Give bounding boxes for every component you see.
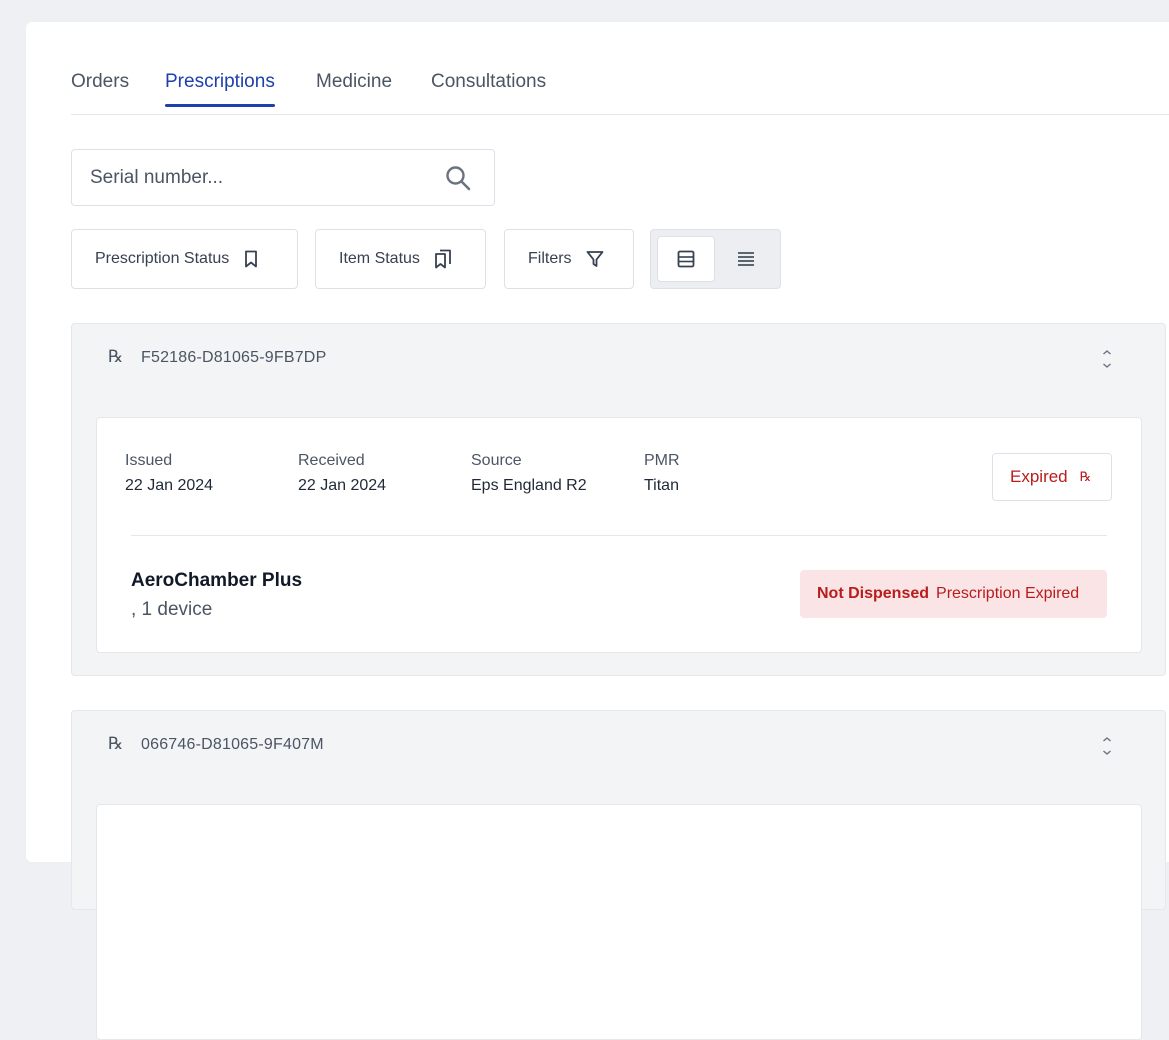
collapse-chevron-icon[interactable]	[1100, 350, 1114, 368]
issued-field: Issued 22 Jan 2024	[125, 452, 213, 495]
received-label: Received	[298, 452, 365, 469]
prescription-card-header[interactable]: ℞ F52186-D81065-9FB7DP	[72, 324, 1165, 393]
item-name: AeroChamber Plus	[131, 570, 303, 591]
tab-medicine[interactable]: Medicine	[316, 71, 392, 93]
card-view-button[interactable]	[657, 236, 715, 282]
view-toggle	[650, 229, 781, 289]
rx-small-icon: ℞	[1079, 469, 1092, 485]
item-status-reason: Prescription Expired	[936, 585, 1080, 602]
orders-panel: Orders Prescriptions Medicine Consultati…	[26, 22, 1169, 1040]
source-value: Eps England R2	[471, 477, 587, 494]
item-status: Not Dispensed	[817, 585, 930, 602]
prescription-serial: 066746-D81065-9F407M	[141, 736, 324, 753]
received-field: Received 22 Jan 2024	[298, 452, 386, 495]
list-view-icon	[738, 252, 754, 266]
bookmark-icon	[245, 250, 258, 268]
tab-prescriptions[interactable]: Prescriptions	[165, 71, 275, 107]
list-view-button[interactable]	[717, 236, 775, 282]
pmr-field: PMR Titan	[644, 452, 680, 495]
issued-value: 22 Jan 2024	[125, 477, 214, 494]
item-quantity: , 1 device	[131, 599, 213, 620]
filters-button[interactable]: Filters	[504, 229, 634, 289]
prescription-status-label: Prescription Status	[95, 250, 230, 267]
received-value: 22 Jan 2024	[298, 477, 387, 494]
prescription-details: Issued 22 Jan 2024 Received 22 Jan 2024 …	[96, 417, 1142, 653]
search-icon[interactable]	[444, 164, 472, 192]
prescription-details	[96, 804, 1142, 1040]
status-badge[interactable]: Expired ℞	[992, 453, 1112, 501]
pmr-label: PMR	[644, 452, 680, 469]
divider	[131, 535, 1107, 536]
prescription-serial: F52186-D81065-9FB7DP	[141, 349, 327, 366]
source-label: Source	[471, 452, 522, 469]
collapse-chevron-icon[interactable]	[1100, 737, 1114, 755]
source-field: Source Eps England R2	[471, 452, 587, 495]
tab-bar: Orders Prescriptions Medicine Consultati…	[71, 22, 1169, 115]
tab-orders[interactable]: Orders	[71, 71, 129, 93]
card-view-icon	[677, 250, 695, 268]
status-badge-label: Expired	[1010, 467, 1068, 486]
bookmarks-icon	[435, 249, 451, 269]
prescription-card-header[interactable]: ℞ 066746-D81065-9F407M	[72, 711, 1165, 780]
filters-label: Filters	[528, 250, 572, 267]
prescription-card: ℞ 066746-D81065-9F407M	[71, 710, 1166, 1040]
rx-icon: ℞	[108, 347, 124, 367]
serial-search-input[interactable]	[72, 150, 432, 205]
rx-icon: ℞	[108, 734, 124, 754]
item-status-pill: Not Dispensed Prescription Expired	[800, 570, 1107, 618]
prescription-card: ℞ F52186-D81065-9FB7DP Issued 22 Jan 202…	[71, 323, 1166, 676]
filter-icon	[586, 251, 603, 267]
issued-label: Issued	[125, 452, 173, 469]
item-status-label: Item Status	[339, 250, 420, 267]
pmr-value: Titan	[644, 477, 679, 494]
item-status-button[interactable]: Item Status	[315, 229, 486, 289]
tab-consultations[interactable]: Consultations	[431, 71, 546, 93]
search-box	[71, 149, 495, 206]
prescription-status-button[interactable]: Prescription Status	[71, 229, 298, 289]
